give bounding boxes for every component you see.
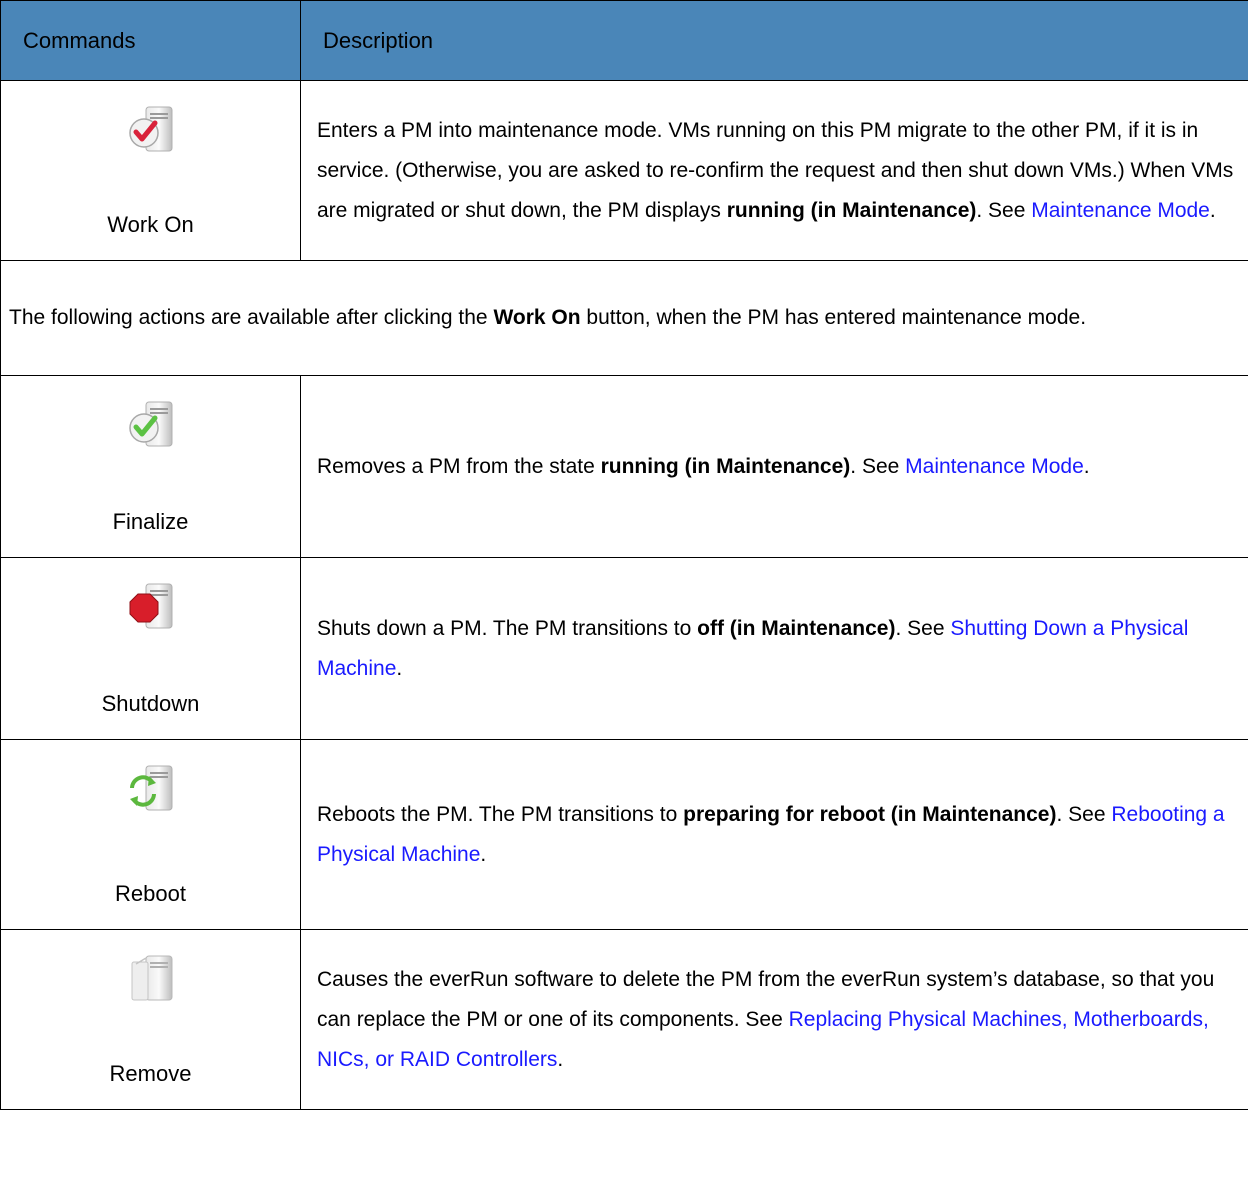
table-row: Reboot Reboots the PM. The PM transition… <box>0 739 1248 930</box>
text-run: Reboots the PM. The PM transitions to <box>317 802 684 826</box>
text-run: . See <box>850 454 906 478</box>
text-run: . <box>1083 454 1090 478</box>
text-run: . See <box>1056 802 1112 826</box>
command-cell: Remove <box>0 929 301 1110</box>
note-cell: The following actions are available afte… <box>0 260 1248 376</box>
server-remove-icon[interactable] <box>122 954 180 1002</box>
text-run: The following actions are available afte… <box>9 306 494 329</box>
table-row: Shutdown Shuts down a PM. The PM transit… <box>0 557 1248 740</box>
command-cell: Work On <box>0 80 301 261</box>
table-row: Remove Causes the everRun software to de… <box>0 929 1248 1110</box>
table-row: Finalize Removes a PM from the state run… <box>0 375 1248 558</box>
header-row: Commands Description <box>0 0 1248 81</box>
bold-term: preparing for reboot (in Maintenance) <box>683 802 1057 826</box>
command-cell: Shutdown <box>0 557 301 740</box>
bold-term: Work On <box>493 306 581 329</box>
command-cell: Finalize <box>0 375 301 558</box>
bold-term: running (in Maintenance) <box>600 454 851 478</box>
doc-link[interactable]: Maintenance Mode <box>1031 199 1210 222</box>
bold-term: running (in Maintenance) <box>726 198 977 222</box>
server-reboot-icon[interactable] <box>122 764 180 812</box>
command-label: Shutdown <box>101 691 200 716</box>
text-run: . <box>1209 198 1216 222</box>
text-run: . <box>480 842 487 866</box>
server-check-red-icon[interactable] <box>122 105 180 153</box>
table-row: Work On Enters a PM into maintenance mod… <box>0 80 1248 261</box>
text-run: Removes a PM from the state <box>317 454 601 478</box>
doc-link[interactable]: Maintenance Mode <box>905 455 1084 478</box>
command-label: Remove <box>109 1061 192 1086</box>
server-stop-icon[interactable] <box>122 582 180 630</box>
description-cell: Causes the everRun software to delete th… <box>300 929 1248 1110</box>
text-run: . <box>557 1047 564 1071</box>
command-label: Finalize <box>112 509 189 534</box>
command-label: Work On <box>107 212 194 237</box>
text-run: Shuts down a PM. The PM transitions to <box>317 616 698 640</box>
text-run: . <box>396 656 403 680</box>
bold-term: off (in Maintenance) <box>697 616 896 640</box>
description-cell: Shuts down a PM. The PM transitions to o… <box>300 557 1248 740</box>
text-run: . See <box>976 198 1032 222</box>
commands-table: Commands Description Work On Enters a PM… <box>0 0 1248 1110</box>
note-row: The following actions are available afte… <box>0 260 1248 376</box>
text-run: . See <box>895 616 951 640</box>
description-cell: Reboots the PM. The PM transitions to pr… <box>300 739 1248 930</box>
server-check-green-icon[interactable] <box>122 400 180 448</box>
description-cell: Removes a PM from the state running (in … <box>300 375 1248 558</box>
description-cell: Enters a PM into maintenance mode. VMs r… <box>300 80 1248 261</box>
header-description: Description <box>300 0 1248 81</box>
text-run: button, when the PM has entered maintena… <box>580 306 1087 329</box>
command-cell: Reboot <box>0 739 301 930</box>
command-label: Reboot <box>115 881 186 906</box>
header-commands: Commands <box>0 0 301 81</box>
